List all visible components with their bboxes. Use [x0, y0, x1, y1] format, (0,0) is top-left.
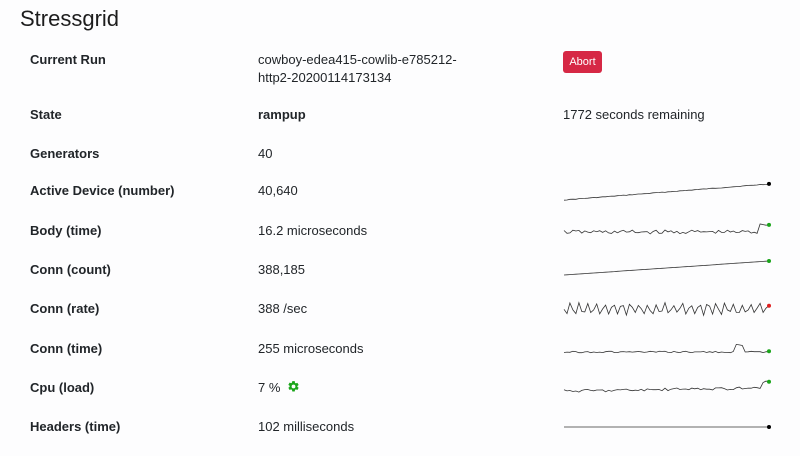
- metric-value: 388,185: [258, 262, 305, 277]
- metric-label: Active Device (number): [30, 183, 175, 198]
- metric-value: 7 %: [258, 379, 300, 398]
- row-state: State rampup 1772 seconds remaining: [0, 106, 800, 144]
- sparkline-path: [563, 260, 770, 276]
- metric-row: Headers (time) 102 milliseconds: [0, 418, 800, 456]
- sparkline-active-device: [563, 181, 771, 201]
- sparkline-cpu-load: [563, 379, 771, 393]
- metric-label: Headers (time): [30, 419, 121, 434]
- metric-row: Active Device (number) 40,640: [0, 181, 800, 220]
- metric-label: Body (time): [30, 223, 102, 238]
- metric-value: 102 milliseconds: [258, 419, 355, 434]
- sparkline-conn-time: [563, 343, 771, 354]
- current-run-value-line2: http2-20200114173134: [258, 70, 392, 85]
- current-run-value: cowboy-edea415-cowlib-e785212- http2-202…: [258, 51, 457, 87]
- metric-value: 40,640: [258, 183, 298, 198]
- state-value: rampup: [258, 107, 306, 122]
- current-run-label: Current Run: [30, 52, 106, 67]
- sparkline-path: [563, 183, 770, 201]
- page-title: Stressgrid: [20, 6, 120, 31]
- metric-label: Conn (count): [30, 262, 111, 277]
- sparkline-body-time: [563, 222, 771, 235]
- state-label: State: [30, 107, 62, 122]
- sparkline-last-point: [767, 425, 771, 429]
- cpu-load-value: 7 %: [258, 380, 281, 395]
- sparkline-headers-time: [564, 425, 771, 429]
- sparkline-path: [563, 301, 770, 317]
- sparkline-path: [563, 223, 770, 235]
- metric-value: 255 microseconds: [258, 341, 364, 356]
- gear-icon[interactable]: [287, 380, 300, 398]
- metric-value: 388 /sec: [258, 301, 308, 316]
- generators-label: Generators: [30, 146, 100, 161]
- row-current-run: Current Run cowboy-edea415-cowlib-e78521…: [0, 51, 800, 89]
- sparkline-last-point: [767, 259, 771, 263]
- sparkline-last-point: [767, 222, 771, 227]
- metric-value: 16.2 microseconds: [258, 223, 368, 238]
- sparkline-path: [563, 380, 770, 393]
- sparkline-path: [563, 343, 770, 354]
- metric-row: Conn (rate) 388 /sec: [0, 300, 800, 338]
- sparkline-last-point: [767, 379, 771, 384]
- metric-label: Conn (time): [30, 341, 103, 356]
- metric-label: Cpu (load): [30, 380, 95, 395]
- sparkline-last-point: [767, 303, 771, 308]
- sparkline-conn-count: [563, 259, 771, 276]
- sparkline-conn-rate: [563, 301, 771, 317]
- sparkline-last-point: [767, 349, 771, 354]
- generators-value: 40: [258, 146, 273, 161]
- time-remaining: 1772 seconds remaining: [563, 107, 705, 122]
- sparkline-last-point: [767, 181, 771, 186]
- metric-label: Conn (rate): [30, 301, 100, 316]
- abort-button[interactable]: Abort: [563, 51, 602, 73]
- current-run-value-line1: cowboy-edea415-cowlib-e785212-: [258, 52, 457, 67]
